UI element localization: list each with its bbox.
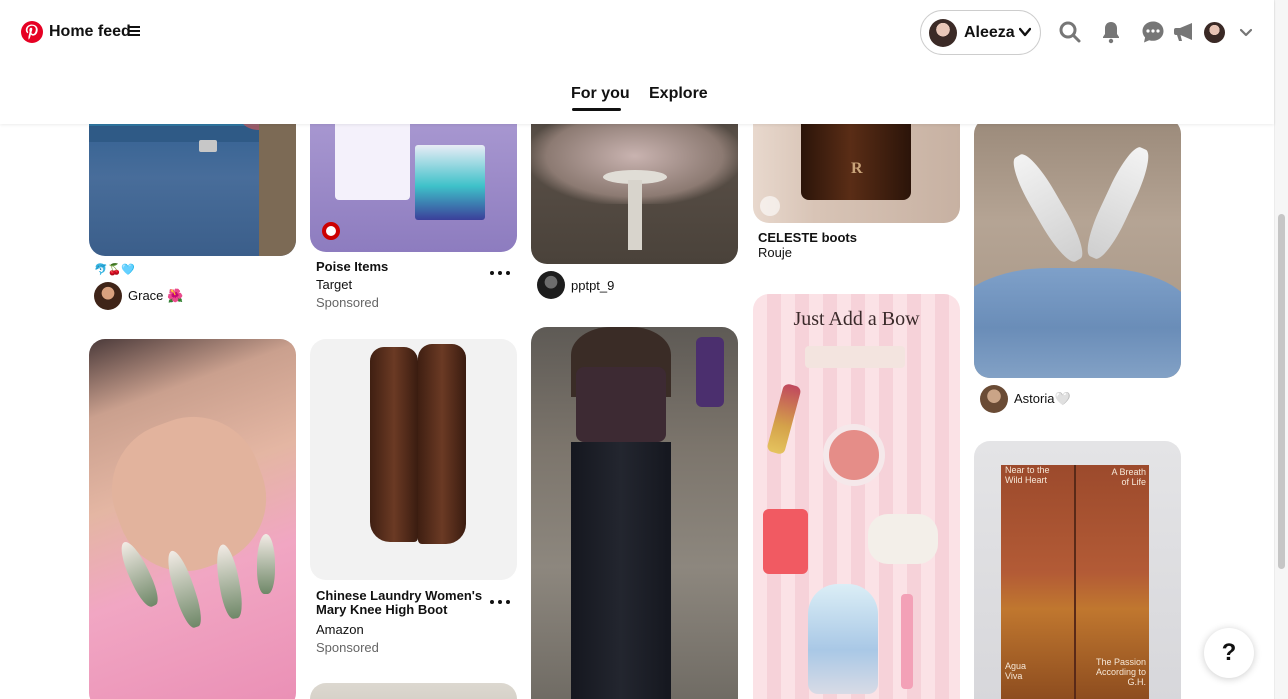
page-scrollbar[interactable] xyxy=(1274,0,1288,699)
pinterest-logo-icon[interactable] xyxy=(21,21,43,43)
tab-for-you[interactable]: For you xyxy=(571,85,630,103)
avatar xyxy=(537,271,565,299)
pin-advertiser[interactable]: Target xyxy=(316,277,388,293)
profile-switcher-button[interactable]: Aleeza xyxy=(920,10,1041,55)
pin-room-partial[interactable] xyxy=(310,683,517,699)
pin-info: Chinese Laundry Women's Mary Knee High B… xyxy=(316,589,482,656)
feed-menu-icon[interactable] xyxy=(128,26,140,38)
home-feed-label[interactable]: Home feed xyxy=(49,22,131,42)
book-title-4: The Passion According to G.H. xyxy=(1095,657,1146,687)
pin-book-covers[interactable]: Near to the Wild Heart A Breath of Life … xyxy=(974,441,1181,699)
pin-white-heels[interactable] xyxy=(974,118,1181,378)
pin-title-line2: Mary Knee High Boot xyxy=(316,602,448,617)
pin-info: CELESTE boots Rouje xyxy=(758,231,857,261)
pin-title: Poise Items xyxy=(316,259,389,274)
book-title-3: Agua Viva xyxy=(1005,661,1027,681)
active-tab-indicator xyxy=(572,108,621,111)
pin-nails[interactable] xyxy=(89,339,296,699)
avatar xyxy=(980,385,1008,413)
pin-title: CELESTE boots xyxy=(758,230,857,245)
sponsored-label: Sponsored xyxy=(316,640,379,655)
pin-advertiser[interactable]: Amazon xyxy=(316,622,482,638)
more-options-icon[interactable] xyxy=(490,600,510,606)
pin-brown-boots-ad[interactable] xyxy=(310,339,517,580)
pin-info: Poise Items Target Sponsored xyxy=(316,260,388,311)
profile-name: Aleeza xyxy=(964,24,1015,41)
chevron-down-icon xyxy=(1019,27,1031,37)
megaphone-icon[interactable] xyxy=(1172,20,1196,44)
pin-title-line1: Chinese Laundry Women's xyxy=(316,588,483,603)
pin-user-row[interactable]: Astoria🤍 xyxy=(980,385,1071,413)
avatar xyxy=(94,282,122,310)
pin-user-row[interactable]: pptpt_9 xyxy=(537,271,614,299)
pin-overlay-text: Just Add a Bow xyxy=(793,308,920,330)
sponsored-label: Sponsored xyxy=(316,295,379,310)
pin-street-outfit[interactable] xyxy=(531,327,738,699)
pin-caption: 🐬🍒🩵 xyxy=(94,264,136,276)
book-title-2: A Breath of Life xyxy=(1111,467,1146,487)
bell-icon[interactable] xyxy=(1099,20,1123,44)
book-title-1: Near to the Wild Heart xyxy=(1005,465,1050,485)
avatar[interactable] xyxy=(1204,22,1225,43)
messages-icon[interactable] xyxy=(1141,20,1165,44)
pin-username: Grace 🌺 xyxy=(128,288,184,303)
more-options-icon[interactable] xyxy=(490,271,510,277)
pin-user-row[interactable]: Grace 🌺 xyxy=(94,282,183,310)
pin-brand[interactable]: Rouje xyxy=(758,245,857,261)
chevron-down-icon[interactable] xyxy=(1240,28,1252,37)
pin-just-add-a-bow[interactable]: Just Add a Bow xyxy=(753,294,960,699)
tab-explore[interactable]: Explore xyxy=(649,85,708,103)
avatar xyxy=(929,19,957,47)
help-button[interactable]: ? xyxy=(1204,628,1254,678)
scrollbar-thumb[interactable] xyxy=(1278,214,1285,569)
search-icon[interactable] xyxy=(1058,20,1082,44)
top-header: Home feed Aleeza For you Explore xyxy=(0,0,1274,124)
pin-username: Astoria🤍 xyxy=(1014,391,1071,406)
pin-username: pptpt_9 xyxy=(571,277,615,293)
